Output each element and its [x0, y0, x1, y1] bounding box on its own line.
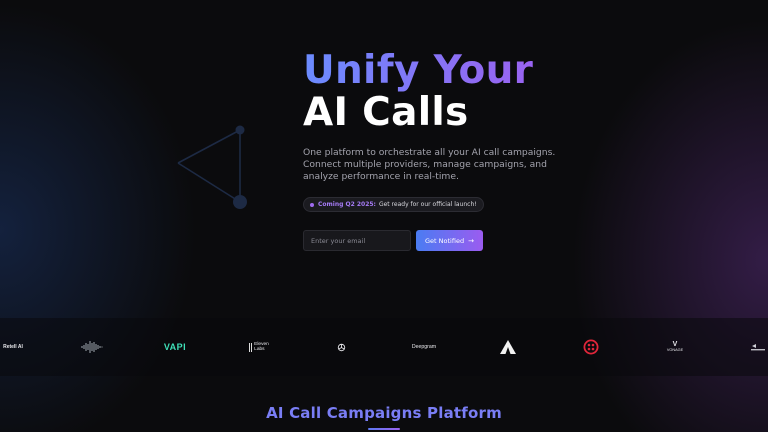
twilio-icon: [583, 339, 599, 355]
hero-headline: Unify Your AI Calls: [303, 50, 593, 134]
badge-highlight: Coming Q2 2025:: [318, 201, 376, 208]
vapi-text: VAPI: [163, 342, 187, 352]
section-title: AI Call Campaigns Platform: [266, 404, 502, 422]
email-input[interactable]: [303, 230, 411, 251]
headline-line-2: AI Calls: [303, 90, 469, 135]
deepgram-logo: Deepgram: [408, 318, 440, 376]
signup-form: Get Notified →: [303, 230, 593, 251]
bland-icon: [751, 343, 765, 350]
vonage-logo: V VONAGE: [662, 318, 688, 376]
soundwave-logo: [78, 318, 106, 376]
get-notified-button[interactable]: Get Notified →: [416, 230, 483, 251]
vapi-logo: VAPI: [160, 318, 190, 376]
section-title-underline: [368, 428, 400, 430]
bland-logo: [748, 318, 768, 376]
eleven-labs-logo: Eleven Labs: [246, 318, 272, 376]
openai-icon: [337, 343, 345, 351]
hero-description: One platform to orchestrate all your AI …: [303, 147, 556, 182]
eleven-labs-text-bottom: Labs: [254, 347, 265, 352]
soundwave-icon: [81, 341, 103, 353]
vonage-v-icon: V: [672, 341, 678, 348]
twilio-logo: [582, 318, 600, 376]
arrow-right-icon: →: [468, 236, 474, 245]
vonage-text: VONAGE: [666, 348, 684, 352]
provider-logo-strip: Retell AI VAPI Eleven Labs Deepgram V VO…: [0, 318, 768, 376]
openai-logo: [334, 318, 348, 376]
badge-text: Get ready for our official launch!: [378, 201, 477, 208]
badge-dot-icon: [310, 202, 314, 207]
triangle-brand-icon: [500, 340, 516, 354]
triangle-brand-logo: [498, 318, 518, 376]
headline-line-1: Unify Your: [303, 50, 593, 92]
eleven-labs-bar-icon: [251, 342, 253, 352]
retell-ai-logo: Retell AI: [0, 318, 30, 376]
retell-ai-text: Retell AI: [3, 344, 23, 350]
deepgram-text: Deepgram: [411, 344, 437, 350]
triangle-node-decoration: [177, 125, 247, 209]
launch-badge: Coming Q2 2025: Get ready for our offici…: [303, 197, 484, 212]
eleven-labs-bar-icon: [249, 342, 251, 352]
get-notified-label: Get Notified: [425, 236, 465, 245]
hero-section: Unify Your AI Calls One platform to orch…: [303, 50, 593, 251]
